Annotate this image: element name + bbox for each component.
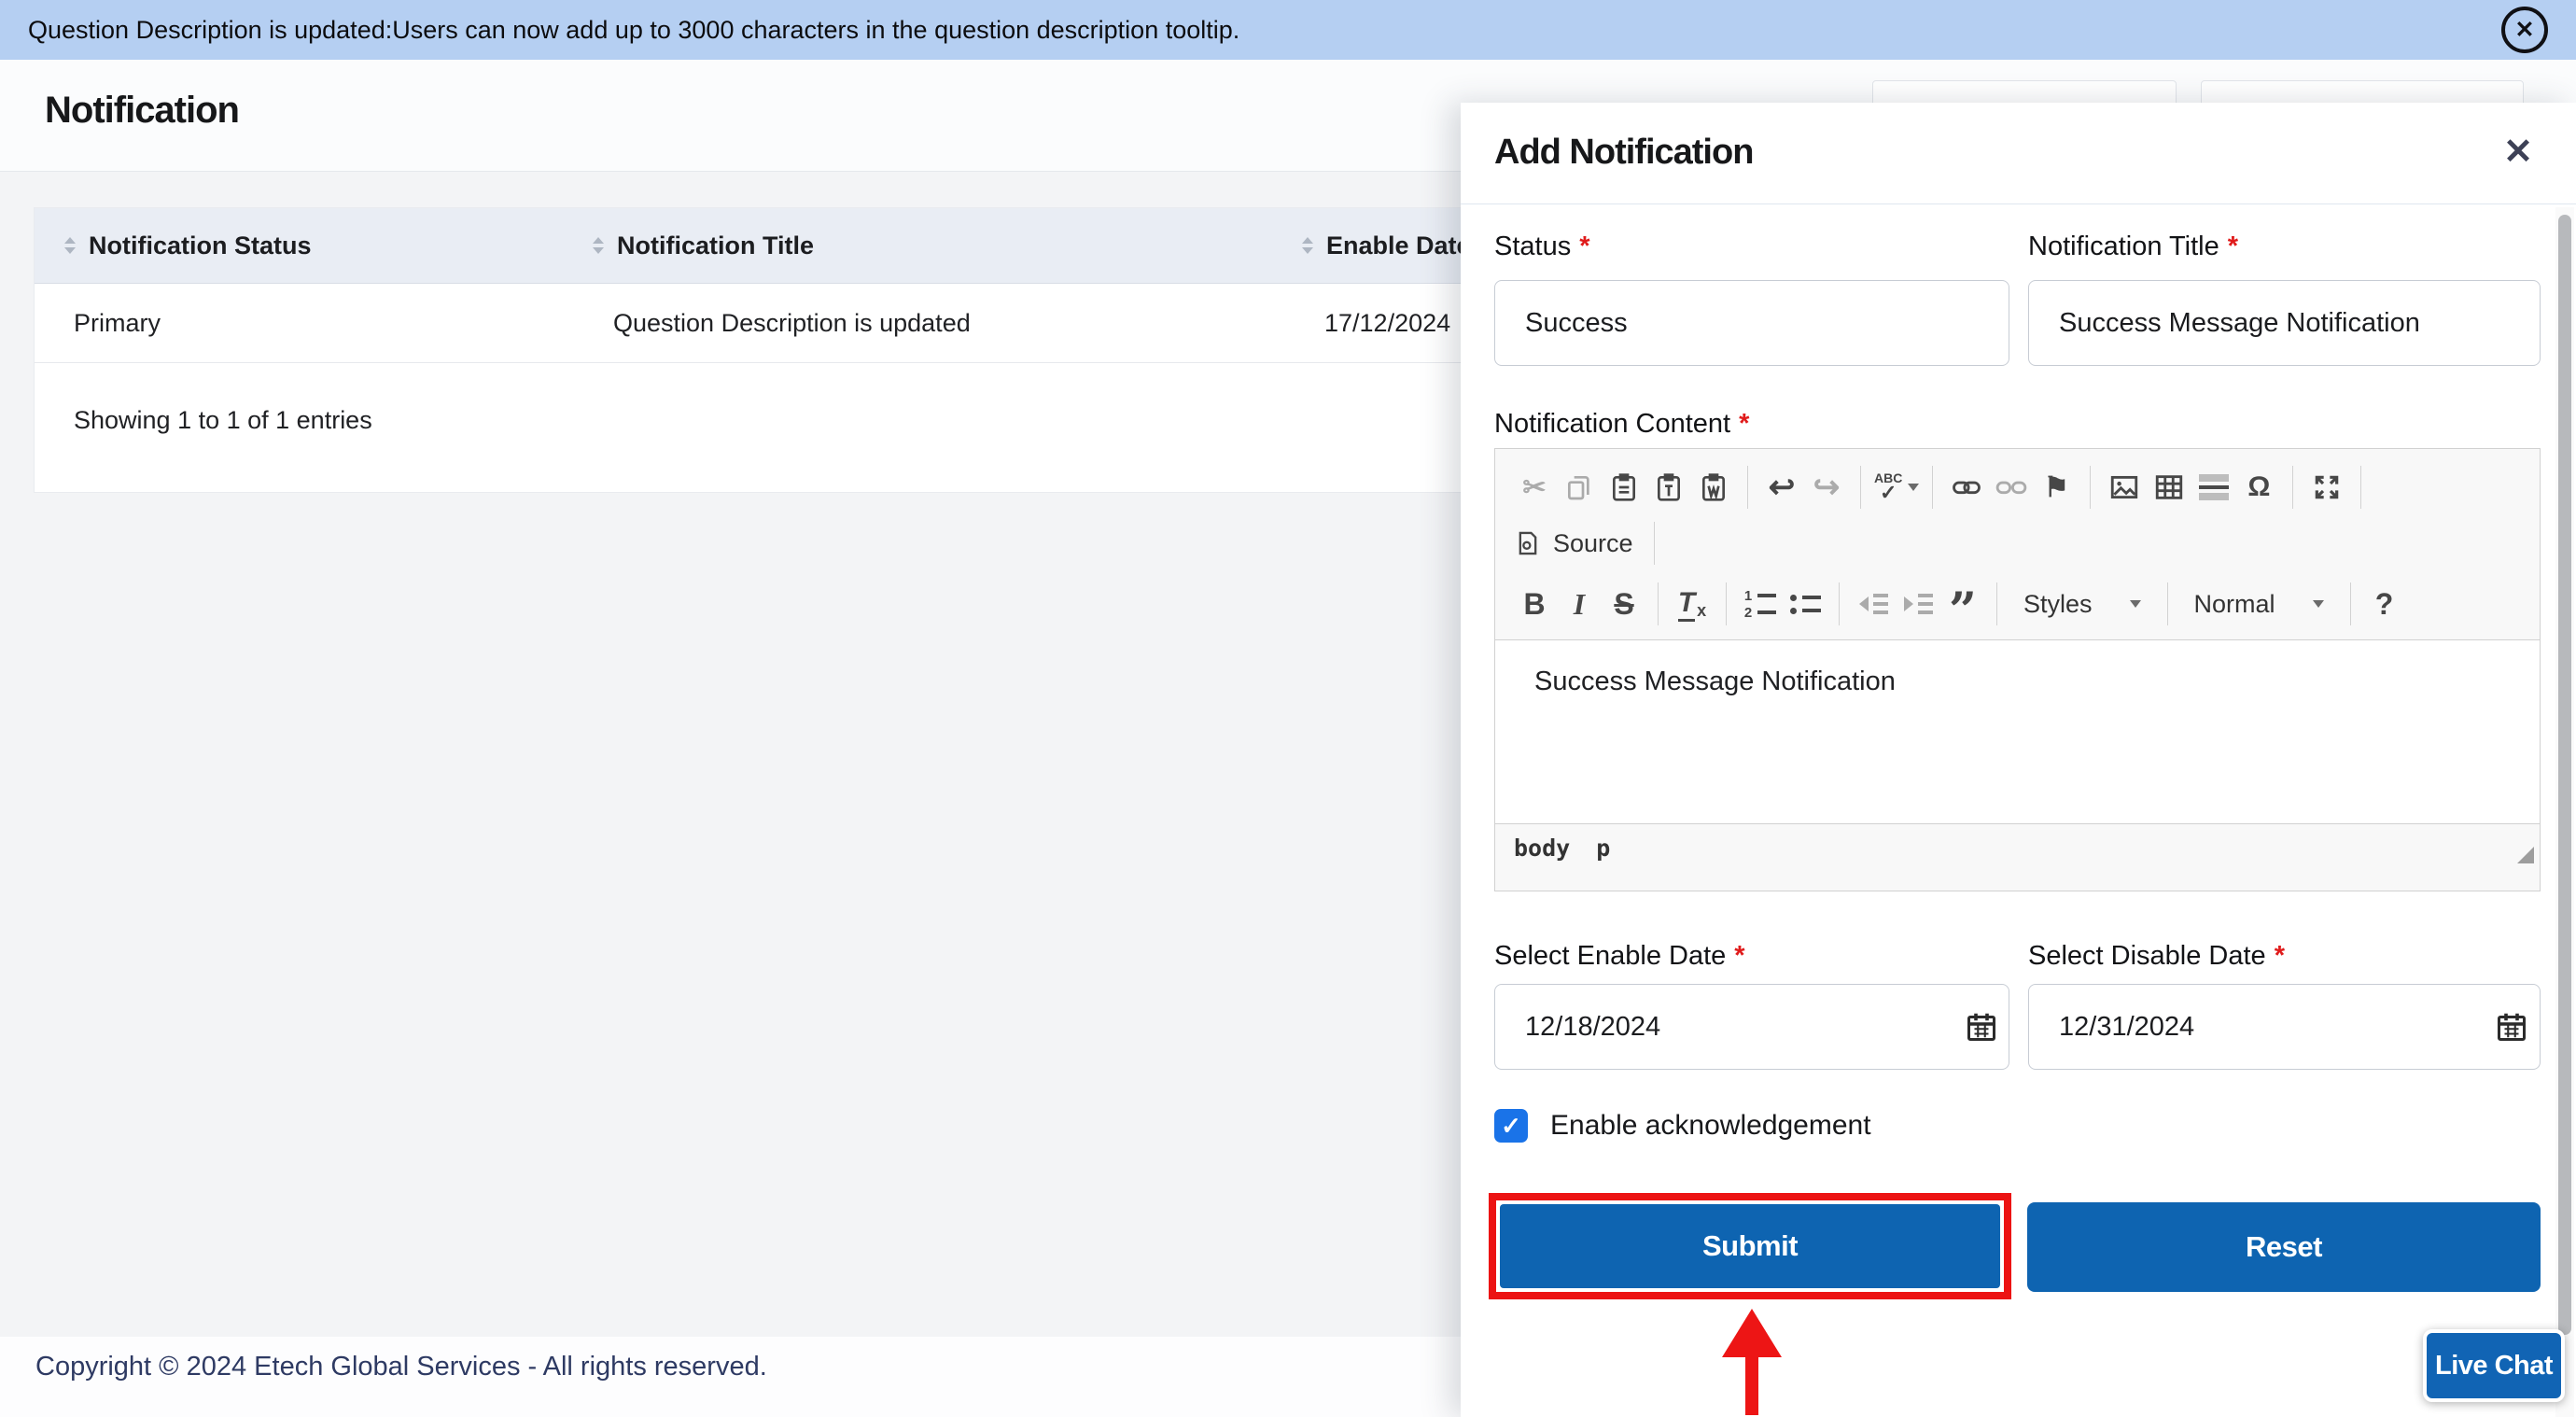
required-asterisk: * <box>1739 409 1749 439</box>
calendar-icon[interactable] <box>1965 1010 1998 1044</box>
copyright-text: Copyright © 2024 Etech Global Services -… <box>35 1352 767 1382</box>
decrease-indent-icon[interactable] <box>1853 582 1894 626</box>
enable-date-label: Select Enable Date* <box>1494 941 1745 972</box>
page-title: Notification <box>45 90 239 132</box>
remove-format-icon[interactable]: Tx <box>1672 582 1713 626</box>
banner-close-button[interactable]: ✕ <box>2501 7 2548 53</box>
modal-scrollbar-track <box>2555 207 2574 1417</box>
reset-button[interactable]: Reset <box>2027 1202 2541 1292</box>
paste-as-text-icon[interactable] <box>1648 465 1689 510</box>
required-asterisk: * <box>1579 231 1589 261</box>
source-button[interactable]: Source <box>1553 529 1633 558</box>
editor-toolbar-row-1: ✂ ↩ ↪ ABC✓ <box>1495 449 2540 518</box>
column-header-status[interactable]: Notification Status <box>35 208 563 283</box>
annotation-arrow-icon <box>1719 1309 1785 1415</box>
numbered-list-icon[interactable]: 1 2 <box>1740 582 1781 626</box>
add-notification-modal: Add Notification ✕ Status* Notification … <box>1461 103 2576 1417</box>
undo-icon[interactable]: ↩ <box>1761 465 1802 510</box>
table-icon[interactable] <box>2149 465 2190 510</box>
table-entries-summary: Showing 1 to 1 of 1 entries <box>74 406 372 435</box>
column-header-label: Notification Status <box>89 231 312 260</box>
alert-banner-text: Question Description is updated:Users ca… <box>28 16 1239 45</box>
live-chat-button[interactable]: Live Chat <box>2423 1329 2565 1402</box>
strikethrough-icon[interactable]: S <box>1603 582 1645 626</box>
editor-content-area[interactable]: Success Message Notification <box>1495 639 2540 823</box>
editor-toolbar-row-3: B I S Tx 1 2 <box>1495 568 2540 639</box>
editor-content-text: Success Message Notification <box>1534 666 1896 696</box>
column-header-title[interactable]: Notification Title <box>563 208 1272 283</box>
acknowledgement-row: ✓ Enable acknowledgement <box>1494 1109 1871 1143</box>
sort-icon <box>64 237 76 254</box>
status-label: Status* <box>1494 231 1590 262</box>
submit-button[interactable]: Submit <box>1500 1204 2000 1288</box>
sort-icon <box>1302 237 1313 254</box>
acknowledgement-label: Enable acknowledgement <box>1550 1110 1871 1142</box>
column-header-label: Notification Title <box>617 231 814 260</box>
unlink-icon[interactable] <box>1991 465 2032 510</box>
italic-icon[interactable]: I <box>1559 582 1600 626</box>
chevron-down-icon <box>1908 484 1919 491</box>
alert-banner: Question Description is updated:Users ca… <box>0 0 2576 60</box>
styles-dropdown[interactable]: Styles <box>2010 590 2154 619</box>
bold-icon[interactable]: B <box>1514 582 1555 626</box>
modal-title: Add Notification <box>1494 133 1753 173</box>
content-label: Notification Content* <box>1494 409 1749 440</box>
paste-from-word-icon[interactable] <box>1693 465 1734 510</box>
rich-text-editor: ✂ ↩ ↪ ABC✓ <box>1494 448 2541 891</box>
close-icon: ✕ <box>2515 16 2535 44</box>
modal-close-button[interactable]: ✕ <box>2503 131 2533 173</box>
path-p[interactable]: p <box>1596 835 1610 862</box>
title-label: Notification Title* <box>2028 231 2238 262</box>
column-header-label: Enable Date <box>1326 231 1471 260</box>
bulleted-list-icon[interactable] <box>1785 582 1826 626</box>
modal-header: Add Notification ✕ <box>1461 103 2576 204</box>
special-character-icon[interactable]: Ω <box>2238 465 2279 510</box>
required-asterisk: * <box>1734 941 1744 971</box>
link-icon[interactable] <box>1946 465 1987 510</box>
cell-status: Primary <box>35 309 563 338</box>
source-icon[interactable] <box>1514 521 1542 566</box>
spellcheck-icon[interactable]: ABC✓ <box>1874 465 1919 510</box>
blockquote-icon[interactable]: ” <box>1942 574 1983 634</box>
app-root: Question Description is updated:Users ca… <box>0 0 2576 1417</box>
redo-icon[interactable]: ↪ <box>1806 465 1847 510</box>
disable-date-input[interactable] <box>2028 984 2541 1070</box>
modal-scrollbar-thumb[interactable] <box>2558 215 2571 1335</box>
editor-element-path: body p <box>1495 823 2540 871</box>
copy-icon[interactable] <box>1559 465 1600 510</box>
acknowledgement-checkbox[interactable]: ✓ <box>1494 1109 1528 1143</box>
close-icon: ✕ <box>2503 133 2533 172</box>
image-icon[interactable] <box>2104 465 2145 510</box>
disable-date-label: Select Disable Date* <box>2028 941 2285 972</box>
path-body[interactable]: body <box>1514 835 1570 862</box>
cut-icon[interactable]: ✂ <box>1514 465 1555 510</box>
horizontal-rule-icon[interactable] <box>2193 465 2234 510</box>
required-asterisk: * <box>2228 231 2238 261</box>
increase-indent-icon[interactable] <box>1897 582 1939 626</box>
maximize-icon[interactable] <box>2306 465 2347 510</box>
paste-icon[interactable] <box>1603 465 1645 510</box>
calendar-icon[interactable] <box>2495 1010 2528 1044</box>
resize-handle-icon[interactable] <box>2517 847 2534 863</box>
notification-title-input[interactable] <box>2028 280 2541 366</box>
about-help-icon[interactable]: ? <box>2364 582 2405 626</box>
sort-icon <box>593 237 604 254</box>
submit-highlight-box: Submit <box>1489 1193 2011 1299</box>
status-input[interactable] <box>1494 280 2009 366</box>
cell-title: Question Description is updated <box>563 309 1272 338</box>
chevron-down-icon <box>2313 600 2324 608</box>
chevron-down-icon <box>2130 600 2141 608</box>
required-asterisk: * <box>2275 941 2285 971</box>
anchor-flag-icon[interactable]: ⚑ <box>2036 465 2077 510</box>
editor-toolbar-row-2: Source <box>1495 518 2540 568</box>
checkmark-icon: ✓ <box>1501 1112 1521 1141</box>
format-dropdown[interactable]: Normal <box>2181 590 2337 619</box>
enable-date-input[interactable] <box>1494 984 2009 1070</box>
